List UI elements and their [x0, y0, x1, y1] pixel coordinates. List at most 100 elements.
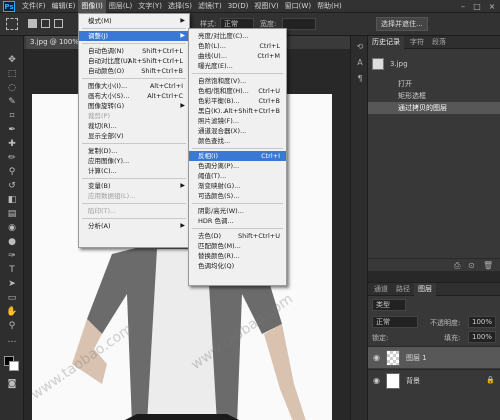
menu-filter[interactable]: 滤镜(T) [195, 0, 225, 13]
adjust-menu-item[interactable]: 色调分离(P)... [189, 161, 286, 171]
image-menu-item[interactable]: 自动色调(N) Shift+Ctrl+L [79, 46, 189, 56]
tab-paragraph[interactable]: 段落 [428, 36, 450, 49]
tab-paths[interactable]: 路径 [392, 283, 414, 296]
move-tool-icon[interactable]: ✥ [5, 54, 19, 66]
opacity-input[interactable]: 100% [468, 316, 496, 328]
menu-edit[interactable]: 编辑(E) [49, 0, 79, 13]
menu-layer[interactable]: 图层(L) [106, 0, 135, 13]
history-snapshot[interactable]: 3.jpg [368, 54, 500, 74]
image-menu-item[interactable]: 分析(A) ▶ [79, 221, 189, 231]
tab-history[interactable]: 历史记录 [368, 36, 404, 49]
image-menu-item[interactable]: 裁切(R)... [79, 121, 189, 131]
subtract-selection-icon[interactable] [54, 19, 63, 28]
history-brush-tool-icon[interactable]: ↺ [5, 180, 19, 192]
zoom-tool-icon[interactable]: ⚲ [5, 320, 19, 332]
menu-view[interactable]: 视图(V) [251, 0, 281, 13]
rect-marquee-tool-icon[interactable]: ⬚ [5, 68, 19, 80]
menu-help[interactable]: 帮助(H) [314, 0, 345, 13]
eyedropper-tool-icon[interactable]: ✒ [5, 124, 19, 136]
menu-image[interactable]: 图像(I) [78, 0, 106, 13]
quick-select-tool-icon[interactable]: ✎ [5, 96, 19, 108]
healing-brush-tool-icon[interactable]: ✚ [5, 138, 19, 150]
image-menu-item[interactable]: 模式(M) ▶ [79, 16, 189, 26]
new-selection-icon[interactable] [28, 19, 37, 28]
blend-mode-select[interactable]: 正常 [372, 316, 418, 328]
trash-icon[interactable]: 🗑 [483, 261, 493, 270]
crop-tool-icon[interactable]: ⌗ [5, 110, 19, 122]
adjust-menu-item[interactable]: 渐变映射(G)... [189, 181, 286, 191]
adjust-menu-item[interactable]: HDR 色调... [189, 216, 286, 226]
image-menu-item[interactable]: 应用图像(Y)... [79, 156, 189, 166]
adjust-menu-item[interactable]: 反相(I) Ctrl+I [189, 151, 286, 161]
menu-3d[interactable]: 3D(D) [225, 0, 252, 13]
new-snapshot-icon[interactable]: ⎙ [454, 261, 460, 271]
history-step[interactable]: 矩形选框 [368, 90, 500, 102]
image-menu-item[interactable]: 图像旋转(G) ▶ [79, 101, 189, 111]
tab-layers[interactable]: 图层 [414, 283, 436, 296]
adjust-menu-item[interactable]: 阈值(T)... [189, 171, 286, 181]
history-panel-icon[interactable]: ⟲ [354, 42, 366, 52]
history-step-current[interactable]: 通过拷贝的图层 [368, 102, 500, 114]
image-menu-item[interactable]: 画布大小(S)... Alt+Ctrl+C [79, 91, 189, 101]
select-and-mask-button[interactable]: 选择并遮住... [376, 17, 428, 31]
background-color-swatch[interactable] [9, 361, 19, 371]
blur-tool-icon[interactable]: ◉ [5, 222, 19, 234]
image-menu-item[interactable]: 图像大小(I)... Alt+Ctrl+I [79, 81, 189, 91]
image-menu-item[interactable]: 显示全部(V) [79, 131, 189, 141]
image-menu-item[interactable]: 自动对比度(U) Alt+Shift+Ctrl+L [79, 56, 189, 66]
history-step[interactable]: 打开 [368, 78, 500, 90]
add-selection-icon[interactable] [41, 19, 50, 28]
image-menu-item[interactable]: 变量(B) ▶ [79, 181, 189, 191]
brush-tool-icon[interactable]: ✏ [5, 152, 19, 164]
hand-tool-icon[interactable]: ✋ [5, 306, 19, 318]
minimize-icon[interactable]: – [456, 0, 470, 13]
eye-icon[interactable]: ◉ [373, 347, 380, 369]
path-select-tool-icon[interactable]: ➤ [5, 278, 19, 290]
shape-tool-icon[interactable]: ▭ [5, 292, 19, 304]
adjust-menu-item[interactable]: 颜色查找... [189, 136, 286, 146]
image-menu-item[interactable]: 计算(C)... [79, 166, 189, 176]
pen-tool-icon[interactable]: ✑ [5, 250, 19, 262]
adjust-menu-item[interactable]: 色彩平衡(B)... Ctrl+B [189, 96, 286, 106]
adjust-menu-item[interactable]: 可选颜色(S)... [189, 191, 286, 201]
dodge-tool-icon[interactable]: ● [5, 236, 19, 248]
adjust-menu-item[interactable]: 阴影/高光(W)... [189, 206, 286, 216]
menu-window[interactable]: 窗口(W) [282, 0, 314, 13]
width-input[interactable] [282, 18, 316, 30]
more-tools-icon[interactable]: … [5, 334, 19, 346]
adjust-menu-item[interactable]: 去色(D) Shift+Ctrl+U [189, 231, 286, 241]
tab-channels[interactable]: 通道 [370, 283, 392, 296]
adjust-menu-item[interactable]: 黑白(K)... Alt+Shift+Ctrl+B [189, 106, 286, 116]
image-menu-item[interactable]: 复制(D)... [79, 146, 189, 156]
adjust-menu-item[interactable]: 曲线(U)... Ctrl+M [189, 51, 286, 61]
image-menu-item[interactable]: 自动颜色(O) Shift+Ctrl+B [79, 66, 189, 76]
character-panel-icon[interactable]: A [354, 58, 366, 68]
adjust-menu-item[interactable]: 通道混合器(X)... [189, 126, 286, 136]
paragraph-panel-icon[interactable]: ¶ [354, 74, 366, 84]
image-menu-item[interactable]: 调整(J) ▶ [79, 31, 189, 41]
maximize-icon[interactable]: □ [470, 0, 484, 13]
layer-row-selected[interactable]: ◉ 图层 1 [368, 346, 500, 368]
layer-row[interactable]: ◉ 背景 🔒 [368, 369, 500, 391]
adjust-menu-item[interactable]: 色调均化(Q) [189, 261, 286, 271]
fill-input[interactable]: 100% [468, 331, 496, 343]
adjust-menu-item[interactable]: 色相/饱和度(H)... Ctrl+U [189, 86, 286, 96]
adjust-menu-item[interactable]: 曝光度(E)... [189, 61, 286, 71]
marquee-tool-icon[interactable] [6, 18, 18, 30]
adjust-menu-item[interactable]: 匹配颜色(M)... [189, 241, 286, 251]
lasso-tool-icon[interactable]: ◌ [5, 82, 19, 94]
eye-icon[interactable]: ◉ [373, 370, 380, 392]
quick-mask-icon[interactable]: ◙ [5, 378, 19, 390]
adjust-menu-item[interactable]: 亮度/对比度(C)... [189, 31, 286, 41]
menu-select[interactable]: 选择(S) [165, 0, 195, 13]
gradient-tool-icon[interactable]: ▤ [5, 208, 19, 220]
type-tool-icon[interactable]: T [5, 264, 19, 276]
adjust-menu-item[interactable]: 色阶(L)... Ctrl+L [189, 41, 286, 51]
eraser-tool-icon[interactable]: ◧ [5, 194, 19, 206]
clone-stamp-tool-icon[interactable]: ⚲ [5, 166, 19, 178]
adjust-menu-item[interactable]: 自然饱和度(V)... [189, 76, 286, 86]
layer-kind-filter[interactable]: 类型 [372, 299, 406, 311]
close-icon[interactable]: × [485, 0, 499, 13]
tab-character[interactable]: 字符 [406, 36, 428, 49]
adjust-menu-item[interactable]: 替换颜色(R)... [189, 251, 286, 261]
